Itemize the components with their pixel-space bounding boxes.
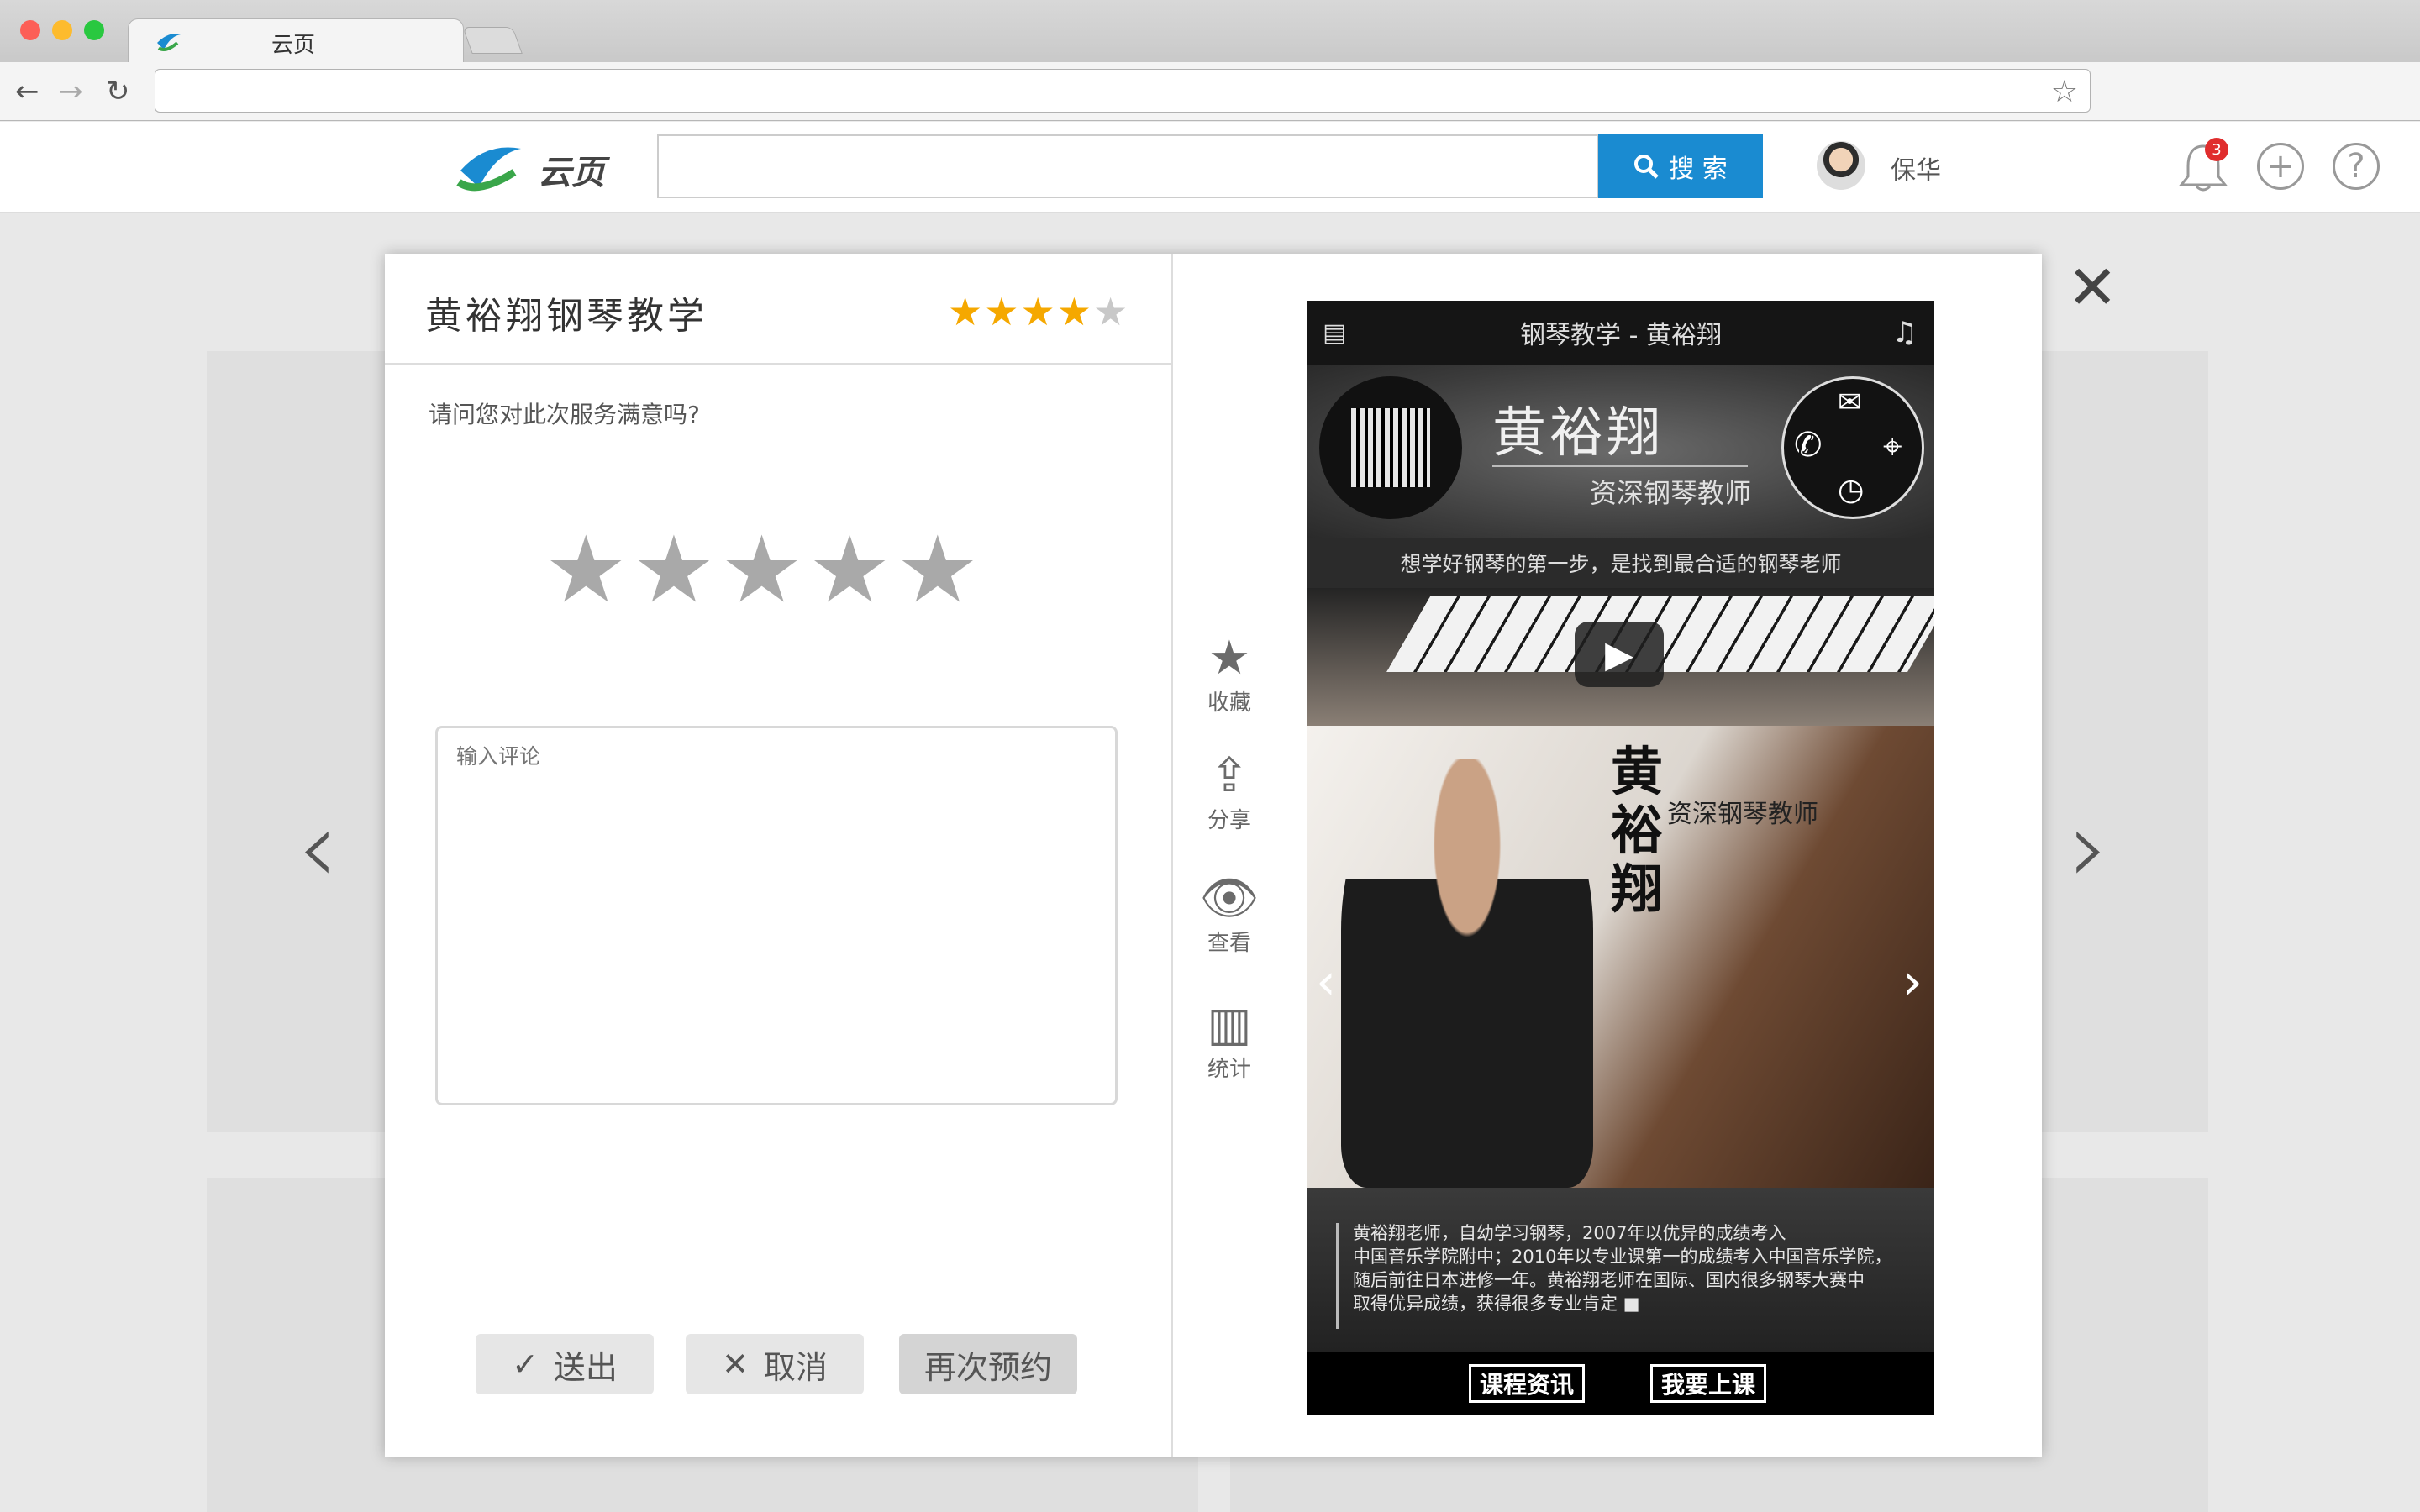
send-button[interactable]: ✓ 送出 [476, 1334, 654, 1394]
teacher-figure [1341, 759, 1593, 1188]
search-button[interactable]: 搜 索 [1598, 134, 1763, 198]
send-label: 送出 [553, 1348, 618, 1386]
close-icon[interactable]: ✕ [2067, 252, 2118, 323]
photo-next-arrow-icon[interactable]: › [1902, 953, 1923, 1011]
share-label: 分享 [1207, 808, 1251, 833]
logo-text[interactable]: 云页 [538, 145, 605, 194]
new-tab-button[interactable] [462, 27, 523, 54]
contact-wheel-icon[interactable]: ✉ ✆ ⌖ ◷ [1781, 376, 1924, 519]
back-arrow-icon[interactable]: ← [15, 77, 39, 106]
rating-filled-stars: ★★★★ [948, 289, 1093, 334]
profile-banner: 黄裕翔 资深钢琴教师 ✉ ✆ ⌖ ◷ [1307, 365, 1934, 538]
minimize-window-button[interactable] [52, 20, 72, 40]
favorite-action[interactable]: ★ 收藏 [1193, 632, 1265, 717]
phone-icon[interactable]: ✆ [1794, 426, 1823, 465]
forward-arrow-icon[interactable]: → [59, 77, 83, 106]
view-label: 查看 [1207, 931, 1251, 956]
rating-dialog: 黄裕翔钢琴教学 ★★★★★ 请问您对此次服务满意吗? ★★★★★ ✓ 送出 ✕ … [385, 254, 2042, 1457]
eye-icon: 👁 [1199, 871, 1260, 926]
preview-tagline: 想学好钢琴的第一步，是找到最合适的钢琴老师 [1307, 538, 1934, 588]
preview-title: 钢琴教学 - 黄裕翔 [1520, 321, 1722, 350]
teacher-photo: 黄裕翔 资深钢琴教师 ‹ › [1307, 726, 1934, 1188]
star-rating-input[interactable]: ★★★★★ [544, 516, 984, 623]
qr-code-icon [1319, 376, 1462, 519]
star-icon: ★ [1207, 631, 1251, 685]
music-icon[interactable]: ♫ [1892, 316, 1918, 349]
course-info-button[interactable]: 课程资讯 [1469, 1364, 1586, 1403]
name-underline [1492, 465, 1748, 467]
favorite-label: 收藏 [1207, 690, 1251, 716]
comment-field[interactable] [435, 726, 1118, 1105]
vertical-role: 资深钢琴教师 [1667, 800, 1818, 829]
prev-arrow-icon[interactable]: ‹ [297, 790, 338, 906]
join-class-button[interactable]: 我要上课 [1650, 1364, 1767, 1403]
rebook-button[interactable]: 再次预约 [899, 1334, 1077, 1394]
page-preview: ▤ 钢琴教学 - 黄裕翔 ♫ 黄裕翔 资深钢琴教师 ✉ ✆ ⌖ ◷ 想学好钢琴的… [1307, 301, 1934, 1415]
help-icon[interactable]: ? [2333, 143, 2380, 190]
reload-icon[interactable]: ↻ [106, 77, 130, 106]
rebook-label: 再次预约 [923, 1348, 1052, 1386]
current-rating: ★★★★★ [948, 289, 1129, 334]
video-thumbnail[interactable]: ▶ [1307, 588, 1934, 726]
photo-prev-arrow-icon[interactable]: ‹ [1316, 953, 1336, 1011]
site-favicon-icon [157, 34, 181, 51]
avatar[interactable] [1817, 141, 1865, 190]
teacher-description: 黄裕翔老师，自幼学习钢琴，2007年以优异的成绩考入 中国音乐学院附中；2010… [1307, 1188, 1934, 1352]
stats-action[interactable]: ▥ 统计 [1193, 998, 1265, 1083]
teacher-name: 黄裕翔 [1492, 402, 1664, 465]
cancel-button[interactable]: ✕ 取消 [686, 1334, 864, 1394]
quote-bar [1336, 1223, 1339, 1329]
teacher-role: 资深钢琴教师 [1590, 477, 1752, 509]
close-window-button[interactable] [20, 20, 40, 40]
next-arrow-icon[interactable]: › [2069, 790, 2109, 906]
stats-icon: ▥ [1207, 997, 1252, 1052]
clock-icon[interactable]: ◷ [1838, 473, 1864, 507]
search-icon [1634, 155, 1659, 179]
search-button-label: 搜 索 [1669, 155, 1728, 184]
vertical-name: 黄裕翔 [1610, 741, 1663, 920]
cancel-label: 取消 [763, 1348, 828, 1386]
mail-icon[interactable]: ✉ [1838, 386, 1862, 419]
location-icon[interactable]: ⌖ [1883, 428, 1902, 466]
rating-empty-star: ★ [1092, 289, 1130, 334]
check-icon: ✓ [512, 1346, 539, 1383]
description-text: 黄裕翔老师，自幼学习钢琴，2007年以优异的成绩考入 中国音乐学院附中；2010… [1353, 1223, 1892, 1314]
search-input[interactable] [657, 134, 1598, 198]
share-icon: ⇪ [1209, 748, 1249, 803]
maximize-window-button[interactable] [84, 20, 104, 40]
preview-footer: 课程资讯 我要上课 [1307, 1352, 1934, 1415]
share-action[interactable]: ⇪ 分享 [1193, 749, 1265, 834]
url-bar[interactable]: ☆ [155, 69, 2091, 113]
notification-badge: 3 [2205, 138, 2228, 161]
site-logo-icon[interactable] [452, 137, 528, 196]
user-name[interactable]: 保华 [1891, 150, 1941, 186]
satisfaction-question: 请问您对此次服务满意吗? [429, 401, 700, 428]
view-action[interactable]: 👁 查看 [1193, 872, 1265, 957]
bookmark-star-icon[interactable]: ☆ [2051, 75, 2078, 109]
play-icon[interactable]: ▶ [1575, 622, 1664, 687]
browser-tab[interactable]: 云页 [128, 18, 464, 66]
preview-header: ▤ 钢琴教学 - 黄裕翔 ♫ [1307, 301, 1934, 365]
dialog-title: 黄裕翔钢琴教学 [425, 295, 708, 338]
rating-pane: 黄裕翔钢琴教学 ★★★★★ 请问您对此次服务满意吗? ★★★★★ ✓ 送出 ✕ … [385, 254, 1173, 1457]
divider [385, 363, 1173, 365]
stats-label: 统计 [1207, 1057, 1251, 1082]
tab-title: 云页 [271, 33, 316, 58]
add-icon[interactable]: + [2257, 143, 2304, 190]
page-icon[interactable]: ▤ [1323, 318, 1346, 348]
x-icon: ✕ [722, 1346, 749, 1383]
